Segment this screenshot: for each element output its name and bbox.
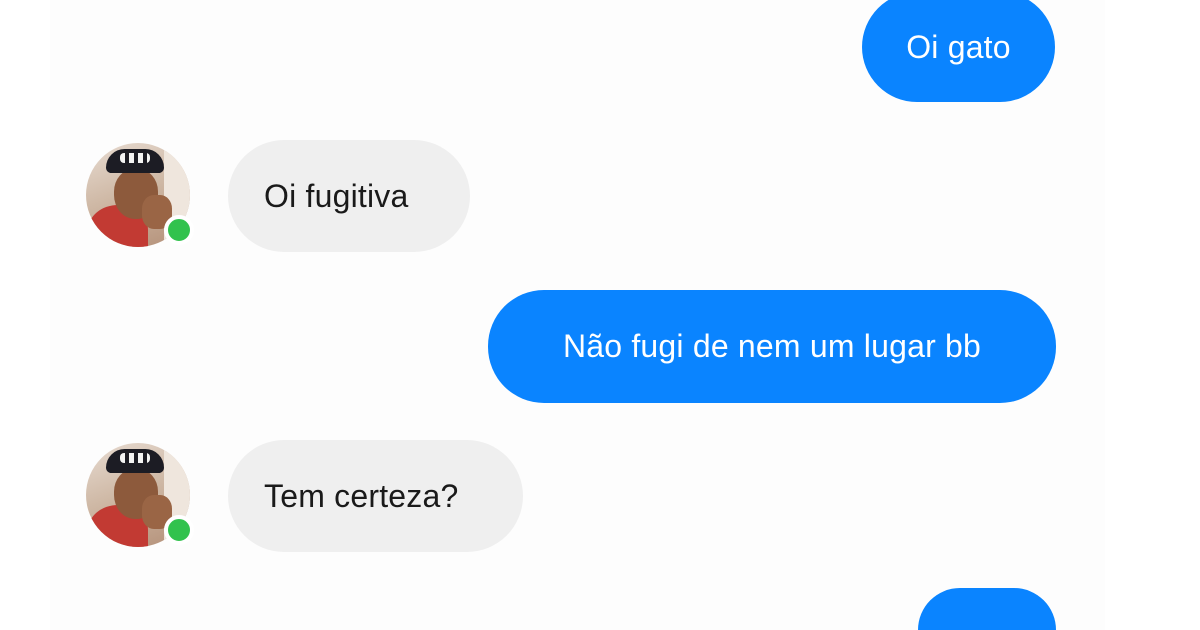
left-margin [0, 0, 50, 630]
chat-thread: Oi gato Oi fugitiva Não fugi de nem um l… [0, 0, 1200, 630]
incoming-message-bubble[interactable]: Oi fugitiva [228, 140, 470, 252]
message-text: Não fugi de nem um lugar bb [562, 328, 982, 364]
message-text: Oi fugitiva [264, 177, 409, 214]
online-status-icon [164, 215, 194, 245]
message-text: Oi gato [906, 28, 1011, 65]
message-text: Tem certeza? [264, 477, 459, 514]
contact-avatar[interactable] [86, 143, 194, 247]
right-margin [1105, 0, 1200, 630]
outgoing-message-bubble[interactable] [918, 588, 1056, 630]
incoming-message-bubble[interactable]: Tem certeza? [228, 440, 523, 552]
outgoing-message-bubble[interactable]: Não fugi de nem um lugar bb [488, 290, 1056, 403]
online-status-icon [164, 515, 194, 545]
outgoing-message-bubble[interactable]: Oi gato [862, 0, 1055, 102]
contact-avatar[interactable] [86, 443, 194, 547]
